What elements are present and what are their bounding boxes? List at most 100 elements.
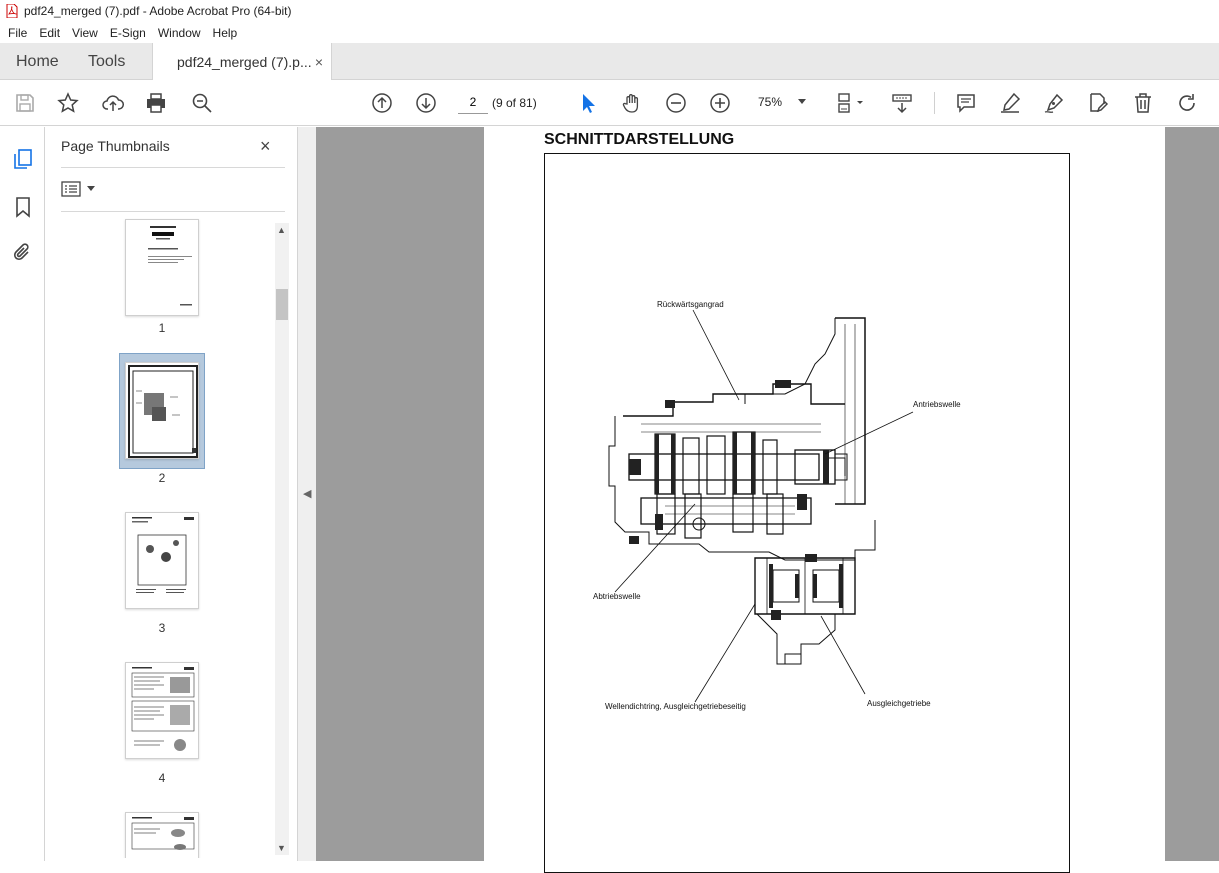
upload-share-button[interactable] — [100, 90, 126, 116]
cursor-arrow-icon — [583, 94, 595, 113]
document-viewer[interactable]: SCHNITTDARSTELLUNG Rückwärtsgangrad Antr… — [316, 127, 1219, 873]
menu-file[interactable]: File — [2, 26, 33, 40]
pen-nib-icon — [1044, 93, 1064, 113]
left-navigation-rail — [0, 127, 45, 861]
page-thumbnail-4[interactable] — [125, 662, 199, 759]
hand-tool-button[interactable] — [619, 90, 645, 116]
tab-document-label: pdf24_merged (7).p... — [177, 54, 312, 70]
bookmarks-icon[interactable] — [11, 195, 35, 219]
page-thumbnails-icon[interactable] — [11, 147, 35, 171]
page-thumbnail-1[interactable] — [125, 219, 199, 316]
menu-edit[interactable]: Edit — [33, 26, 66, 40]
callout-output-shaft: Abtriebswelle — [593, 592, 641, 601]
zoom-search-icon — [192, 93, 212, 113]
thumbnail-list: 1 2 3 4 — [46, 213, 286, 858]
pdf-file-icon — [6, 4, 18, 18]
callout-input-shaft: Antriebswelle — [913, 400, 961, 409]
next-page-button[interactable] — [413, 90, 439, 116]
menu-help[interactable]: Help — [207, 26, 244, 40]
scroll-down-arrow-icon[interactable]: ▼ — [277, 843, 286, 853]
zoom-in-button[interactable] — [707, 90, 733, 116]
scroll-up-arrow-icon[interactable]: ▲ — [277, 225, 286, 235]
thumbnail-scrollbar[interactable]: ▲ ▼ — [275, 223, 289, 855]
star-icon — [57, 92, 79, 113]
thumbnail-preview — [128, 365, 198, 458]
bookmark-star-button[interactable] — [55, 90, 81, 116]
main-toolbar: (9 of 81) 75% — [0, 80, 1219, 126]
page-count-label: (9 of 81) — [492, 96, 537, 110]
edit-document-icon — [1090, 93, 1109, 113]
hand-icon — [622, 94, 639, 113]
previous-page-button[interactable] — [369, 90, 395, 116]
thumbnail-preview — [132, 517, 194, 593]
panel-divider — [61, 167, 285, 168]
attachments-paperclip-icon[interactable] — [11, 241, 35, 265]
page-thumbnail-3[interactable] — [125, 512, 199, 609]
delete-button[interactable] — [1130, 90, 1156, 116]
zoom-level-dropdown[interactable]: 75% — [748, 90, 812, 114]
save-button[interactable] — [12, 90, 38, 116]
figure-frame: Rückwärtsgangrad Antriebswelle Abtriebsw… — [544, 153, 1070, 873]
page-number-input[interactable] — [458, 90, 488, 114]
page-thumbnails-panel: Page Thumbnails × 1 2 3 4 ▲ ▼ — [46, 127, 297, 861]
panel-divider — [61, 211, 285, 212]
close-panel-icon[interactable]: × — [260, 136, 271, 157]
transmission-cutaway-drawing — [608, 309, 914, 703]
cloud-upload-icon — [102, 95, 124, 111]
page-display-button[interactable] — [832, 90, 868, 116]
thumbnail-label: 4 — [158, 771, 166, 785]
plus-circle-icon — [710, 93, 730, 113]
zoom-out-button[interactable] — [663, 90, 689, 116]
menu-bar: File Edit View E-Sign Window Help — [0, 22, 1219, 43]
minus-circle-icon — [666, 93, 686, 113]
rotate-clockwise-icon — [1179, 94, 1195, 111]
comment-icon — [957, 94, 975, 113]
menu-esign[interactable]: E-Sign — [104, 26, 152, 40]
page-thumbnail-2[interactable] — [125, 362, 199, 459]
arrow-down-circle-icon — [416, 93, 436, 113]
thumbnail-preview — [148, 226, 192, 306]
tab-bar: Home Tools pdf24_merged (7).p... × — [0, 43, 1219, 81]
collapse-panel-arrow-icon[interactable]: ◀ — [303, 487, 311, 500]
comment-button[interactable] — [953, 90, 979, 116]
select-tool-button[interactable] — [575, 90, 601, 116]
callout-differential: Ausgleichgetriebe — [867, 699, 931, 708]
highlight-button[interactable] — [997, 90, 1023, 116]
scroll-mode-button[interactable] — [889, 90, 915, 116]
rotate-button[interactable] — [1174, 90, 1200, 116]
pdf-page: SCHNITTDARSTELLUNG Rückwärtsgangrad Antr… — [484, 127, 1165, 873]
thumbnail-options-menu[interactable] — [61, 179, 97, 199]
print-button[interactable] — [143, 90, 169, 116]
edit-pdf-button[interactable] — [1085, 90, 1111, 116]
tab-tools[interactable]: Tools — [88, 43, 125, 80]
thumbnail-preview — [131, 817, 195, 850]
printer-icon — [147, 93, 165, 113]
thumbnail-label: 1 — [158, 321, 166, 335]
chevron-down-icon — [798, 99, 806, 104]
page-thumbnail-5[interactable] — [125, 812, 199, 858]
toolbar-divider — [934, 92, 935, 114]
draw-button[interactable] — [1041, 90, 1067, 116]
arrow-up-circle-icon — [372, 93, 392, 113]
highlighter-pen-icon — [1001, 92, 1021, 113]
page-heading: SCHNITTDARSTELLUNG — [544, 131, 735, 148]
thumbnail-preview — [131, 667, 195, 751]
callout-reverse-gear: Rückwärtsgangrad — [657, 300, 724, 309]
tab-home[interactable]: Home — [16, 43, 59, 80]
trash-icon — [1135, 93, 1151, 113]
scroll-down-icon — [892, 94, 912, 114]
callout-seal: Wellendichtring, Ausgleichgetriebeseitig — [605, 702, 746, 711]
window-title: pdf24_merged (7).pdf - Adobe Acrobat Pro… — [24, 4, 292, 18]
zoom-level-value: 75% — [758, 95, 783, 109]
menu-window[interactable]: Window — [152, 26, 207, 40]
tab-document[interactable]: pdf24_merged (7).p... × — [152, 43, 332, 81]
close-tab-icon[interactable]: × — [315, 54, 323, 70]
save-icon — [16, 94, 34, 112]
menu-view[interactable]: View — [66, 26, 104, 40]
panel-title: Page Thumbnails — [61, 138, 170, 154]
scrollbar-thumb[interactable] — [276, 289, 288, 320]
chevron-down-icon — [87, 186, 95, 191]
find-button[interactable] — [189, 90, 215, 116]
panel-splitter[interactable]: ◀ — [297, 127, 316, 861]
page-layout-icon — [838, 93, 863, 113]
